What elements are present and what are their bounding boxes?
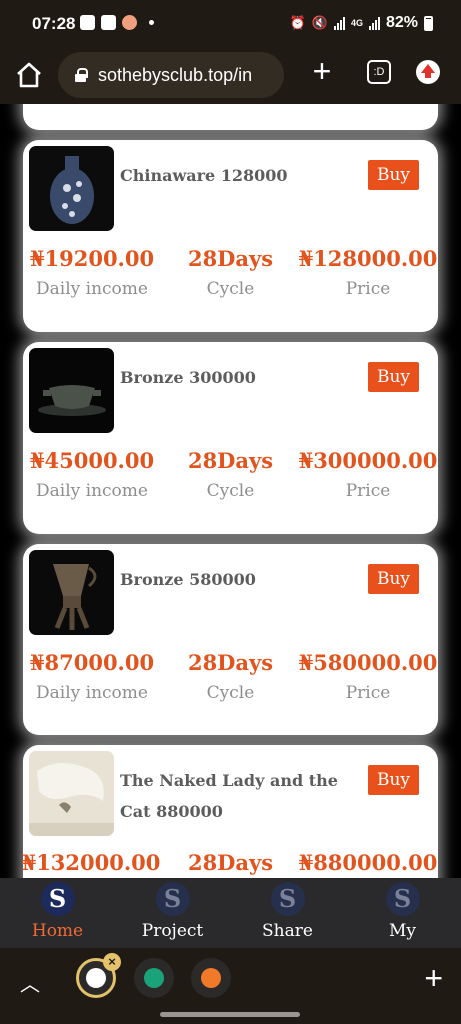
new-tab-button[interactable]: + [306, 55, 338, 88]
update-icon[interactable] [416, 60, 440, 84]
browser-dock: ︿ × + [0, 948, 461, 1024]
product-card: Bronze 580000 Buy ₦87000.00 Daily income… [23, 544, 438, 735]
product-name: Bronze 580000 [120, 570, 256, 589]
project-logo-icon: S [155, 882, 190, 916]
active-tab-bubble[interactable]: × [76, 953, 121, 998]
price-stat: ₦300000.00 Price [298, 448, 438, 501]
daily-income-stat: ₦45000.00 Daily income [27, 448, 157, 501]
network-type: 4G [350, 18, 363, 28]
product-name: Chinaware 128000 [120, 166, 288, 185]
buy-button[interactable]: Buy [368, 160, 419, 190]
browser-toolbar: sothebysclub.top/in + :D [0, 48, 461, 104]
mute-icon: 🔇 [311, 15, 328, 30]
product-card: Chinaware 128000 Buy ₦19200.00 Daily inc… [23, 140, 438, 332]
cycle-stat: 28Days Cycle [173, 246, 288, 299]
price-stat: ₦128000.00 Price [298, 246, 438, 299]
cycle-value: 28Days [187, 246, 274, 271]
price-value: ₦580000.00 [298, 650, 438, 675]
cycle-value: 28Days [187, 850, 274, 875]
product-image [29, 751, 114, 836]
share-logo-icon: S [270, 882, 305, 916]
new-tab-plus[interactable]: + [424, 960, 443, 997]
lock-icon [74, 68, 88, 82]
daily-income-value: ₦19200.00 [29, 246, 155, 271]
price-value: ₦880000.00 [298, 850, 438, 875]
cycle-stat: 28Days Cycle [173, 448, 288, 501]
home-logo-icon: S [40, 882, 75, 916]
cycle-label: Cycle [206, 683, 255, 703]
battery-icon [424, 15, 433, 31]
price-value: ₦128000.00 [298, 246, 438, 271]
cycle-label: Cycle [206, 481, 255, 501]
product-card: Bronze 300000 Buy ₦45000.00 Daily income… [23, 342, 438, 534]
nav-label: My [388, 921, 416, 941]
daily-income-stat: ₦87000.00 Daily income [27, 650, 157, 703]
buy-button[interactable]: Buy [368, 765, 419, 795]
tab-bubble-chatgpt[interactable] [134, 958, 174, 998]
daily-income-value: ₦45000.00 [29, 448, 155, 473]
daily-income-label: Daily income [36, 279, 148, 299]
chatgpt-icon [144, 968, 164, 988]
cycle-value: 28Days [187, 650, 274, 675]
signal-icon [333, 16, 345, 30]
product-name: The Naked Lady and the Cat 880000 [120, 771, 338, 821]
home-icon[interactable] [14, 60, 44, 90]
nav-share[interactable]: S Share [230, 882, 345, 941]
nav-project[interactable]: S Project [115, 882, 230, 941]
daily-income-stat: ₦19200.00 Daily income [27, 246, 157, 299]
nav-label: Home [31, 921, 84, 941]
product-name: Bronze 300000 [120, 368, 256, 387]
daily-income-label: Daily income [36, 481, 148, 501]
price-value: ₦300000.00 [298, 448, 438, 473]
daily-income-value: ₦132000.00 [21, 850, 161, 875]
more-notifications-icon [149, 20, 154, 25]
cycle-stat: 28Days [173, 850, 288, 875]
app-icon [201, 968, 221, 988]
price-stat: ₦880000.00 [298, 850, 438, 875]
status-bar: 07:28 ⏰ 🔇 4G 82% [0, 0, 461, 48]
tab-bubble-app[interactable] [191, 958, 231, 998]
home-indicator[interactable] [160, 1012, 300, 1017]
my-logo-icon: S [385, 882, 420, 916]
price-label: Price [345, 683, 391, 703]
status-right: ⏰ 🔇 4G 82% [290, 14, 433, 32]
chevron-up-icon[interactable]: ︿ [20, 968, 40, 996]
nav-home[interactable]: S Home [0, 882, 115, 941]
product-card: The Naked Lady and the Cat 880000 Buy ₦1… [21, 745, 438, 878]
nav-label: Share [262, 921, 313, 941]
price-stat: ₦580000.00 Price [298, 650, 438, 703]
daily-income-label: Daily income [36, 683, 148, 703]
nav-label: Project [141, 921, 204, 941]
buy-button[interactable]: Buy [368, 362, 419, 392]
notification-icons [80, 15, 154, 30]
status-time: 07:28 [32, 14, 76, 33]
close-tab-icon[interactable]: × [103, 953, 121, 971]
gallery-icon [80, 15, 95, 30]
daily-income-stat: ₦132000.00 [21, 850, 161, 875]
product-image [29, 348, 114, 433]
daily-income-value: ₦87000.00 [29, 650, 155, 675]
buy-button[interactable]: Buy [368, 564, 419, 594]
product-card-partial [23, 104, 438, 130]
battery-percent: 82% [385, 14, 418, 31]
app-notification-icon [122, 15, 137, 30]
product-list[interactable]: Chinaware 128000 Buy ₦19200.00 Daily inc… [0, 104, 461, 878]
tab-switcher-button[interactable]: :D [367, 60, 391, 84]
price-label: Price [345, 279, 391, 299]
price-label: Price [345, 481, 391, 501]
mail-icon [101, 15, 116, 30]
bottom-nav: S Home S Project S Share S My [0, 878, 461, 948]
nav-my[interactable]: S My [345, 882, 460, 941]
cycle-value: 28Days [187, 448, 274, 473]
product-image [29, 550, 114, 635]
signal-icon-2 [368, 16, 380, 30]
cycle-stat: 28Days Cycle [173, 650, 288, 703]
alarm-icon: ⏰ [289, 15, 306, 30]
product-image [29, 146, 114, 231]
globe-icon [86, 968, 106, 988]
address-bar[interactable]: sothebysclub.top/in [58, 52, 284, 98]
url-text: sothebysclub.top/in [98, 64, 253, 85]
cycle-label: Cycle [206, 279, 255, 299]
